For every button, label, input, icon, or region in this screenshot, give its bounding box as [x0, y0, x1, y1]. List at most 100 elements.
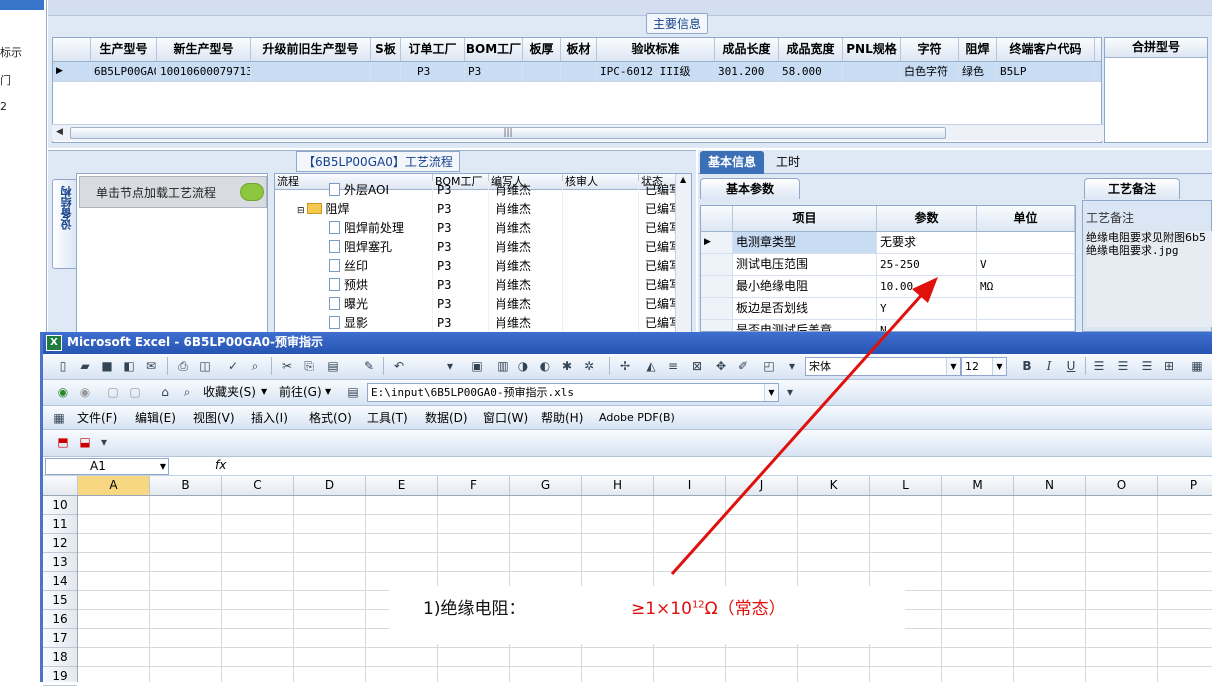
row-header[interactable]: 19 — [43, 667, 77, 686]
scrollbar-thumb[interactable]: ||| — [70, 127, 946, 139]
load-process-button[interactable]: 单击节点加载工艺流程 — [79, 176, 267, 208]
table-cell[interactable] — [843, 62, 901, 81]
column-header[interactable]: 字符 — [901, 38, 959, 61]
permission-icon[interactable]: ◧ — [121, 358, 137, 374]
column-header[interactable]: 生产型号 — [91, 38, 157, 61]
column-header[interactable]: 终端客户代码 — [997, 38, 1095, 61]
row-header[interactable]: 14 — [43, 572, 77, 591]
insert-picture-icon[interactable]: ▣ — [469, 358, 485, 374]
table-cell[interactable]: P3 — [401, 62, 465, 81]
tab-work-hours[interactable]: 工时 — [768, 151, 808, 174]
research-icon[interactable]: ⌕ — [247, 358, 263, 374]
column-header[interactable]: 板材 — [561, 38, 597, 61]
function-icon[interactable]: fx — [215, 458, 226, 472]
table-cell[interactable]: P3 — [465, 62, 523, 81]
spelling-icon[interactable]: ✓ — [225, 358, 241, 374]
table-cell[interactable]: 绿色 — [959, 62, 997, 81]
new-file-icon[interactable]: ▯ — [55, 358, 71, 374]
left-nav-item[interactable]: 标示 — [0, 44, 22, 60]
name-box[interactable]: A1 ▼ — [45, 458, 169, 475]
paste-icon[interactable]: ▤ — [325, 358, 341, 374]
table-cell[interactable] — [251, 62, 371, 81]
menu-adobe-pdf[interactable]: Adobe PDF(B) — [599, 409, 675, 427]
crop-icon[interactable]: ✢ — [617, 358, 633, 374]
param-row[interactable]: 最小绝缘电阻 10.00 MΩ — [701, 276, 1075, 298]
menu-help[interactable]: 帮助(H) — [541, 409, 583, 427]
row-header[interactable]: 11 — [43, 515, 77, 534]
format-painter-icon[interactable]: ✎ — [361, 358, 377, 374]
column-header[interactable]: O — [1086, 476, 1158, 495]
horizontal-scrollbar[interactable]: ◀ ||| ▶ — [52, 124, 1148, 141]
recolor-icon[interactable]: ✥ — [713, 358, 729, 374]
column-header[interactable]: N — [1014, 476, 1086, 495]
show-web-toolbar-icon[interactable]: ▤ — [345, 384, 361, 400]
left-nav-selected[interactable] — [0, 0, 44, 10]
left-nav-item[interactable]: 门 — [0, 72, 11, 88]
select-all-corner[interactable] — [43, 476, 78, 495]
table-cell[interactable]: 白色字符 — [901, 62, 959, 81]
cut-icon[interactable]: ✂ — [279, 358, 295, 374]
param-row[interactable]: 板边是否划线 Y — [701, 298, 1075, 320]
undo-icon[interactable]: ↶ — [391, 358, 407, 374]
param-column-header[interactable]: 参数 — [877, 206, 977, 231]
column-header[interactable]: 升级前旧生产型号 — [251, 38, 371, 61]
table-row[interactable]: ▶ 6B5LP00GA0 10010600079713 P3 P3 IPC-60… — [53, 62, 1101, 82]
column-header[interactable]: 新生产型号 — [157, 38, 251, 61]
row-header[interactable]: 17 — [43, 629, 77, 648]
toolbar-overflow-icon[interactable]: ▾ — [99, 434, 109, 450]
rotate-icon[interactable]: ◭ — [643, 358, 659, 374]
column-header[interactable]: PNL规格 — [843, 38, 901, 61]
email-icon[interactable]: ✉ — [143, 358, 159, 374]
left-nav-item[interactable]: 2 — [0, 100, 7, 113]
row-header[interactable]: 15 — [43, 591, 77, 610]
column-header[interactable]: 阻焊 — [959, 38, 997, 61]
align-left-icon[interactable]: ☰ — [1091, 358, 1107, 374]
param-row[interactable]: 是否电测试后盖章 N — [701, 320, 1075, 331]
menu-edit[interactable]: 编辑(E) — [135, 409, 176, 427]
column-header[interactable]: K — [798, 476, 870, 495]
column-header[interactable]: P — [1158, 476, 1212, 495]
table-cell[interactable]: 6B5LP00GA0 — [91, 62, 157, 81]
tree-row[interactable]: 曝光 P3 肖维杰 已编写 — [275, 295, 691, 314]
tree-row[interactable]: 丝印 P3 肖维杰 已编写 — [275, 257, 691, 276]
column-header[interactable]: D — [294, 476, 366, 495]
column-header[interactable]: H — [582, 476, 654, 495]
param-value[interactable]: 25-250 — [877, 254, 977, 275]
row-header[interactable]: 18 — [43, 648, 77, 667]
align-center-icon[interactable]: ☰ — [1115, 358, 1131, 374]
tab-process-notes[interactable]: 工艺备注 — [1084, 178, 1180, 199]
tree-row[interactable]: 阻焊前处理 P3 肖维杰 已编写 — [275, 219, 691, 238]
column-header[interactable]: I — [654, 476, 726, 495]
menu-data[interactable]: 数据(D) — [425, 409, 468, 427]
merge-center-icon[interactable]: ⊞ — [1161, 358, 1177, 374]
column-header[interactable]: C — [222, 476, 294, 495]
row-header[interactable]: 12 — [43, 534, 77, 553]
menu-view[interactable]: 视图(V) — [193, 409, 235, 427]
tree-row[interactable]: 预烘 P3 肖维杰 已编写 — [275, 276, 691, 295]
tree-row[interactable]: ⊟ 阻焊 P3 肖维杰 已编写 — [275, 200, 691, 219]
menu-format[interactable]: 格式(O) — [309, 409, 352, 427]
currency-icon[interactable]: ▦ — [1189, 358, 1205, 374]
back-icon[interactable]: ◉ — [55, 384, 71, 400]
param-column-header[interactable]: 单位 — [977, 206, 1075, 231]
param-row[interactable]: 测试电压范围 25-250 V — [701, 254, 1075, 276]
special-icon[interactable]: ✲ — [581, 358, 597, 374]
menu-window[interactable]: 窗口(W) — [483, 409, 528, 427]
open-folder-icon[interactable]: ▰ — [77, 358, 93, 374]
pdf-convert-icon[interactable]: ⬒ — [55, 434, 71, 450]
chart-icon[interactable]: ▥ — [495, 358, 511, 374]
toolbar-overflow-icon[interactable]: ▾ — [787, 358, 797, 374]
embedded-image[interactable]: 1)绝缘电阻： ≥1×1012Ω（常态） — [389, 586, 905, 644]
forward-icon[interactable]: ◉ — [77, 384, 93, 400]
bold-icon[interactable]: B — [1019, 358, 1035, 374]
param-value[interactable]: 无要求 — [877, 232, 977, 253]
param-value[interactable]: Y — [877, 298, 977, 319]
font-size-select[interactable]: 12 ▼ — [961, 357, 1007, 376]
menu-insert[interactable]: 插入(I) — [251, 409, 288, 427]
save-icon[interactable]: ■ — [99, 358, 115, 374]
scroll-left-icon[interactable]: ◀ — [56, 127, 63, 137]
font-name-select[interactable]: 宋体 ▼ — [805, 357, 961, 376]
process-notes-text[interactable]: 绝缘电阻要求见附图6b5 绝缘电阻要求.jpg — [1086, 231, 1212, 327]
column-header[interactable]: 板厚 — [523, 38, 561, 61]
tab-basic-info[interactable]: 基本信息 — [700, 151, 764, 174]
